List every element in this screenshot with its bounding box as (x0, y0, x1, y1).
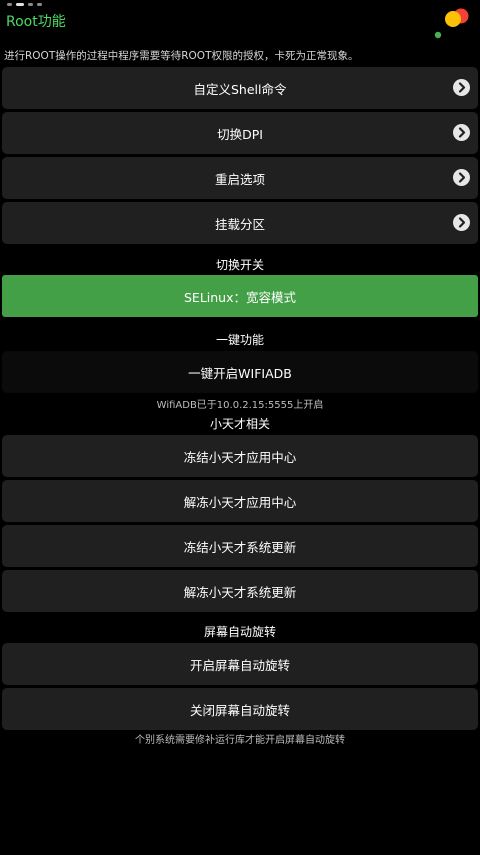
custom-shell-button[interactable]: 自定义Shell命令 (2, 67, 478, 109)
chevron-right-icon (453, 214, 470, 231)
freeze-app-center-label: 冻结小天才应用中心 (183, 449, 297, 465)
oneclick-section-title: 一键功能 (215, 333, 264, 347)
enable-auto-rotate-label: 开启屏幕自动旋转 (189, 657, 290, 673)
mount-partition-button[interactable]: 挂载分区 (2, 202, 478, 244)
enable-wifiadb-label: 一键开启WIFIADB (188, 365, 292, 381)
unfreeze-system-update-label: 解冻小天才系统更新 (183, 584, 297, 600)
page-indicator (7, 3, 42, 6)
selinux-toggle-button[interactable]: SELinux：宽容模式 (2, 275, 478, 317)
rotate-section-title: 屏幕自动旋转 (203, 625, 276, 639)
switch-dpi-label: 切换DPI (217, 126, 263, 142)
reboot-options-button[interactable]: 重启选项 (2, 157, 478, 199)
unfreeze-app-center-label: 解冻小天才应用中心 (183, 494, 297, 510)
disable-auto-rotate-label: 关闭屏幕自动旋转 (189, 702, 290, 718)
freeze-app-center-button[interactable]: 冻结小天才应用中心 (2, 435, 478, 477)
xtc-section-title: 小天才相关 (209, 417, 270, 431)
chevron-right-icon (453, 169, 470, 186)
chevron-right-icon (453, 79, 470, 96)
freeze-system-update-button[interactable]: 冻结小天才系统更新 (2, 525, 478, 567)
wifiadb-status-text: WifiADB已于10.0.2.15:5555上开启 (156, 400, 324, 411)
reboot-options-label: 重启选项 (214, 171, 265, 187)
unfreeze-system-update-button[interactable]: 解冻小天才系统更新 (2, 570, 478, 612)
mount-partition-label: 挂载分区 (214, 216, 265, 232)
enable-auto-rotate-button[interactable]: 开启屏幕自动旋转 (2, 643, 478, 685)
switch-section-title: 切换开关 (215, 258, 264, 272)
page-dot (7, 3, 12, 6)
chevron-right-icon (453, 124, 470, 141)
root-wait-notice: 进行ROOT操作的过程中程序需要等待ROOT权限的授权，卡死为正常现象。 (4, 50, 359, 62)
page-dot (37, 3, 42, 6)
disable-auto-rotate-button[interactable]: 关闭屏幕自动旋转 (2, 688, 478, 730)
custom-shell-label: 自定义Shell命令 (193, 81, 287, 97)
selinux-toggle-label: SELinux：宽容模式 (183, 289, 296, 305)
page-dot-active (16, 3, 24, 6)
switch-dpi-button[interactable]: 切换DPI (2, 112, 478, 154)
unfreeze-app-center-button[interactable]: 解冻小天才应用中心 (2, 480, 478, 522)
auto-rotate-note: 个别系统需要修补运行库才能开启屏幕自动旋转 (135, 735, 345, 746)
enable-wifiadb-button[interactable]: 一键开启WIFIADB (2, 351, 478, 393)
page-dot (28, 3, 33, 6)
page-title: Root功能 (6, 14, 66, 30)
freeze-system-update-label: 冻结小天才系统更新 (183, 539, 297, 555)
decorative-balls-icon (434, 8, 469, 39)
